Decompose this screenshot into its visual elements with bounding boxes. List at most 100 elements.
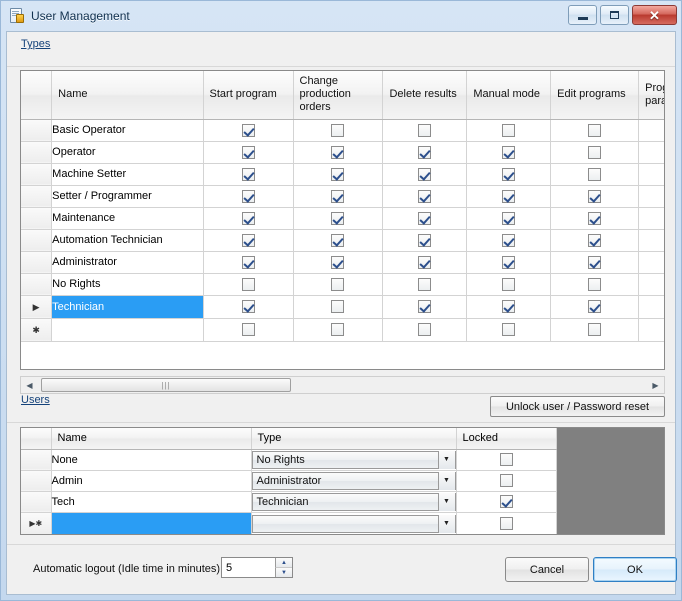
- checkbox-checked-icon[interactable]: [418, 189, 432, 203]
- unlock-user-password-reset-button[interactable]: Unlock user / Password reset: [490, 396, 665, 417]
- checkbox-checked-icon[interactable]: [241, 145, 255, 159]
- cell-permission-checkbox[interactable]: [382, 141, 468, 164]
- checkbox-unchecked-icon[interactable]: [588, 145, 602, 159]
- table-row[interactable]: Admin Administrator ▼: [21, 470, 557, 492]
- users-column-header-type[interactable]: Type: [251, 428, 457, 450]
- cell-user-type[interactable]: Administrator ▼: [251, 470, 457, 492]
- cell-locked-checkbox[interactable]: [456, 491, 557, 513]
- cell-user-type[interactable]: ▼: [251, 512, 457, 534]
- checkbox-checked-icon[interactable]: [241, 123, 255, 137]
- cell-user-name[interactable]: [51, 512, 252, 534]
- cell-permission-checkbox[interactable]: [550, 185, 640, 208]
- chevron-down-icon[interactable]: ▼: [437, 450, 455, 469]
- cell-program-parameters[interactable]: [638, 229, 664, 252]
- checkbox-unchecked-icon[interactable]: [331, 323, 345, 336]
- users-column-header-locked[interactable]: Locked: [456, 428, 557, 450]
- table-row[interactable]: Maintenance: [21, 207, 664, 230]
- checkbox-unchecked-icon[interactable]: [499, 453, 513, 466]
- cell-locked-checkbox[interactable]: [456, 449, 557, 471]
- column-header-start-program[interactable]: Start program: [203, 71, 294, 120]
- cell-name[interactable]: Maintenance: [51, 207, 204, 230]
- checkbox-checked-icon[interactable]: [241, 300, 255, 313]
- scrollbar-track[interactable]: |||: [38, 377, 647, 393]
- cell-program-parameters[interactable]: [638, 318, 664, 342]
- cell-permission-checkbox[interactable]: [203, 207, 294, 230]
- automatic-logout-stepper[interactable]: 5 ▲ ▼: [221, 557, 293, 578]
- checkbox-checked-icon[interactable]: [418, 255, 432, 269]
- checkbox-unchecked-icon[interactable]: [418, 123, 432, 137]
- checkbox-checked-icon[interactable]: [331, 211, 345, 225]
- checkbox-checked-icon[interactable]: [241, 189, 255, 203]
- table-row[interactable]: No Rights: [21, 273, 664, 296]
- checkbox-unchecked-icon[interactable]: [241, 277, 255, 291]
- checkbox-checked-icon[interactable]: [418, 167, 432, 181]
- scroll-left-arrow-icon[interactable]: ◀: [21, 377, 38, 393]
- cell-permission-checkbox[interactable]: [293, 251, 384, 274]
- cell-permission-checkbox[interactable]: [203, 229, 294, 252]
- row-selector[interactable]: ▶✱: [21, 512, 52, 534]
- cell-program-parameters[interactable]: [638, 163, 664, 186]
- cell-name[interactable]: Setter / Programmer: [51, 185, 204, 208]
- cell-name[interactable]: Machine Setter: [51, 163, 204, 186]
- row-selector[interactable]: [21, 163, 53, 186]
- checkbox-checked-icon[interactable]: [331, 167, 345, 181]
- checkbox-unchecked-icon[interactable]: [588, 167, 602, 181]
- cell-permission-checkbox[interactable]: [382, 273, 468, 296]
- cell-name[interactable]: Basic Operator: [51, 119, 204, 142]
- stepper-down-icon[interactable]: ▼: [275, 568, 292, 577]
- row-selector[interactable]: [21, 229, 53, 252]
- cell-program-parameters[interactable]: [638, 273, 664, 296]
- cell-permission-checkbox[interactable]: [550, 318, 640, 342]
- cell-permission-checkbox[interactable]: [293, 207, 384, 230]
- cell-permission-checkbox[interactable]: [382, 318, 468, 342]
- row-selector[interactable]: [21, 119, 53, 142]
- cell-permission-checkbox[interactable]: [293, 273, 384, 296]
- chevron-down-icon[interactable]: ▼: [437, 514, 455, 533]
- checkbox-unchecked-icon[interactable]: [418, 277, 432, 291]
- column-header-change-production-orders[interactable]: Change production orders: [293, 71, 384, 120]
- table-row[interactable]: ✱: [21, 318, 664, 342]
- cell-permission-checkbox[interactable]: [550, 119, 640, 142]
- cell-permission-checkbox[interactable]: [466, 163, 552, 186]
- cell-permission-checkbox[interactable]: [550, 141, 640, 164]
- checkbox-checked-icon[interactable]: [331, 255, 345, 269]
- cell-permission-checkbox[interactable]: [203, 273, 294, 296]
- checkbox-checked-icon[interactable]: [418, 233, 432, 247]
- cell-permission-checkbox[interactable]: [293, 185, 384, 208]
- cell-permission-checkbox[interactable]: [203, 119, 294, 142]
- checkbox-unchecked-icon[interactable]: [418, 323, 432, 336]
- cell-locked-checkbox[interactable]: [456, 470, 557, 492]
- cell-permission-checkbox[interactable]: [466, 295, 552, 319]
- cell-permission-checkbox[interactable]: [382, 207, 468, 230]
- cell-permission-checkbox[interactable]: [203, 295, 294, 319]
- cell-permission-checkbox[interactable]: [382, 163, 468, 186]
- cell-permission-checkbox[interactable]: [466, 207, 552, 230]
- cell-permission-checkbox[interactable]: [203, 251, 294, 274]
- automatic-logout-value[interactable]: 5: [222, 562, 232, 574]
- checkbox-unchecked-icon[interactable]: [588, 323, 602, 336]
- table-row[interactable]: Administrator: [21, 251, 664, 274]
- cell-permission-checkbox[interactable]: [293, 119, 384, 142]
- cell-permission-checkbox[interactable]: [293, 295, 384, 319]
- cell-permission-checkbox[interactable]: [550, 251, 640, 274]
- checkbox-unchecked-icon[interactable]: [588, 277, 602, 291]
- cell-permission-checkbox[interactable]: [203, 163, 294, 186]
- cell-program-parameters[interactable]: [638, 295, 664, 319]
- checkbox-checked-icon[interactable]: [418, 145, 432, 159]
- users-grid[interactable]: Name Type Locked None No Rights ▼ Admin Admi…: [20, 427, 665, 535]
- type-dropdown[interactable]: Administrator ▼: [251, 471, 456, 490]
- checkbox-unchecked-icon[interactable]: [502, 323, 516, 336]
- cell-permission-checkbox[interactable]: [550, 163, 640, 186]
- cell-permission-checkbox[interactable]: [550, 295, 640, 319]
- column-header-manual-mode[interactable]: Manual mode: [466, 71, 552, 120]
- table-row[interactable]: ▶✱ ▼: [21, 512, 557, 534]
- table-row[interactable]: ▶ Technician: [21, 295, 664, 319]
- column-header-delete-results[interactable]: Delete results: [382, 71, 468, 120]
- cell-name[interactable]: Technician: [51, 295, 204, 319]
- cell-name[interactable]: No Rights: [51, 273, 204, 296]
- cell-program-parameters[interactable]: [638, 141, 664, 164]
- table-row[interactable]: Tech Technician ▼: [21, 491, 557, 513]
- checkbox-unchecked-icon[interactable]: [588, 123, 602, 137]
- cell-locked-checkbox[interactable]: [456, 512, 557, 534]
- checkbox-checked-icon[interactable]: [418, 211, 432, 225]
